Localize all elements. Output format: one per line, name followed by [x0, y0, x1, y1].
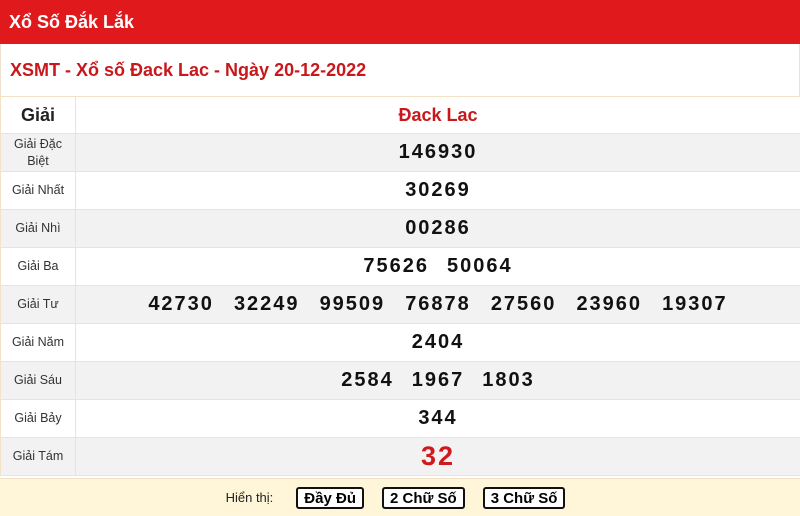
table-row: Giải Tư 42730 32249 99509 76878 27560 23960 193… — [0, 285, 800, 324]
prize-numbers: 75626 50064 — [75, 247, 800, 286]
table-row: Giải Năm 2404 — [0, 323, 800, 362]
prize-number: 00286 — [405, 217, 471, 239]
prize-label: Giải Tư — [0, 285, 76, 324]
prize-number: 19307 — [662, 293, 728, 315]
page-title-text: XSMT - Xổ số Đack Lac - Ngày 20-12-2022 — [10, 59, 367, 80]
site-header: Xổ Số Đắk Lắk — [0, 0, 800, 44]
prize-number: 27560 — [490, 293, 557, 315]
display-label: Hiển thị: — [225, 490, 274, 505]
table-row: Giải Ba 75626 50064 — [0, 247, 800, 286]
table-row: Giải Bảy 344 — [0, 399, 800, 438]
prize-numbers: 146930 — [75, 133, 800, 172]
site-title: Xổ Số Đắk Lắk — [9, 11, 135, 32]
prize-label: Giải Nhì — [0, 209, 76, 248]
prize-number: 75626 — [363, 255, 429, 277]
display-options-bar: Hiển thị: Đầy Đủ 2 Chữ Số 3 Chữ Số — [0, 478, 800, 516]
table-row: Giải Đặc Biệt 146930 — [0, 133, 800, 172]
prize-rows: Giải Đặc Biệt 146930 Giải Nhất 30269 Giải Nh… — [0, 133, 800, 476]
prize-numbers: 30269 — [75, 171, 800, 210]
prize-label: Giải Tám — [0, 437, 76, 476]
prize-number: 23960 — [576, 293, 643, 315]
prize-label: Giải Sáu — [0, 361, 76, 400]
prize-number: 1803 — [482, 369, 535, 391]
prize-number: 42730 — [148, 293, 214, 315]
prize-label: Giải Nhất — [0, 171, 76, 210]
prize-number: 146930 — [398, 141, 478, 163]
prize-label: Giải Ba — [0, 247, 76, 286]
page-title: XSMT - Xổ số Đack Lac - Ngày 20-12-2022 — [0, 44, 800, 96]
prize-numbers: 2584 1967 1803 — [75, 361, 800, 400]
prize-number: 32249 — [233, 293, 300, 315]
prize-number: 99509 — [319, 293, 386, 315]
prize-numbers: 00286 — [75, 209, 800, 248]
prize-numbers: 344 — [75, 399, 800, 438]
prize-label: Giải Năm — [0, 323, 76, 362]
column-header-province: Đack Lac — [75, 96, 800, 134]
prize-number: 344 — [418, 407, 458, 429]
table-row: Giải Tám 32 — [0, 437, 800, 476]
prize-number: 30269 — [405, 179, 471, 201]
prize-number: 2404 — [411, 331, 465, 353]
prize-label: Giải Đặc Biệt — [0, 133, 76, 172]
results-table: Giải Đack Lac Giải Đặc Biệt 146930 Giải Nh… — [0, 96, 800, 476]
prize-number: 1967 — [411, 369, 465, 391]
column-header-prize: Giải — [0, 96, 76, 134]
table-row: Giải Nhất 30269 — [0, 171, 800, 210]
prize-label: Giải Bảy — [0, 399, 76, 438]
prize-number: 76878 — [405, 293, 471, 315]
table-row: Giải Sáu 2584 1967 1803 — [0, 361, 800, 400]
prize-number: 32 — [420, 441, 456, 471]
prize-number: 50064 — [447, 255, 513, 277]
table-row: Giải Nhì 00286 — [0, 209, 800, 248]
prize-number: 2584 — [341, 369, 394, 391]
show-two-digits-button[interactable]: 2 Chữ Số — [381, 486, 465, 509]
show-three-digits-button[interactable]: 3 Chữ Số — [482, 486, 566, 509]
prize-numbers: 2404 — [75, 323, 800, 362]
prize-numbers: 32 — [75, 437, 800, 476]
prize-numbers: 42730 32249 99509 76878 27560 23960 19307 — [75, 285, 800, 324]
table-header-row: Giải Đack Lac — [0, 96, 800, 134]
show-full-button[interactable]: Đầy Đủ — [296, 486, 364, 509]
